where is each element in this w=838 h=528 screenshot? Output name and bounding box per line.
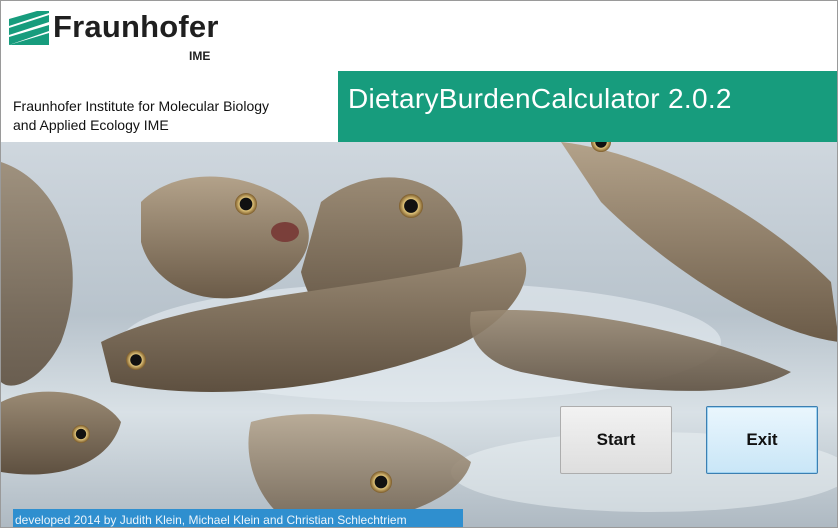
title-banner: DietaryBurdenCalculator 2.0.2 bbox=[338, 71, 837, 142]
credits-label: developed 2014 by Judith Klein, Michael … bbox=[13, 509, 463, 527]
start-button[interactable]: Start bbox=[560, 406, 672, 474]
institute-name: Fraunhofer Institute for Molecular Biolo… bbox=[13, 97, 333, 135]
institute-line-1: Fraunhofer Institute for Molecular Biolo… bbox=[13, 98, 270, 114]
app-title: DietaryBurdenCalculator 2.0.2 bbox=[348, 83, 732, 114]
logo-sub: IME bbox=[189, 49, 211, 63]
splash-window: Fraunhofer IME Fraunhofer Institute for … bbox=[0, 0, 838, 528]
logo-word: Fraunhofer bbox=[53, 9, 219, 44]
fraunhofer-logo: Fraunhofer IME bbox=[9, 9, 269, 65]
exit-button[interactable]: Exit bbox=[706, 406, 818, 474]
institute-line-2: and Applied Ecology IME bbox=[13, 117, 169, 133]
fraunhofer-logo-icon bbox=[9, 11, 49, 45]
